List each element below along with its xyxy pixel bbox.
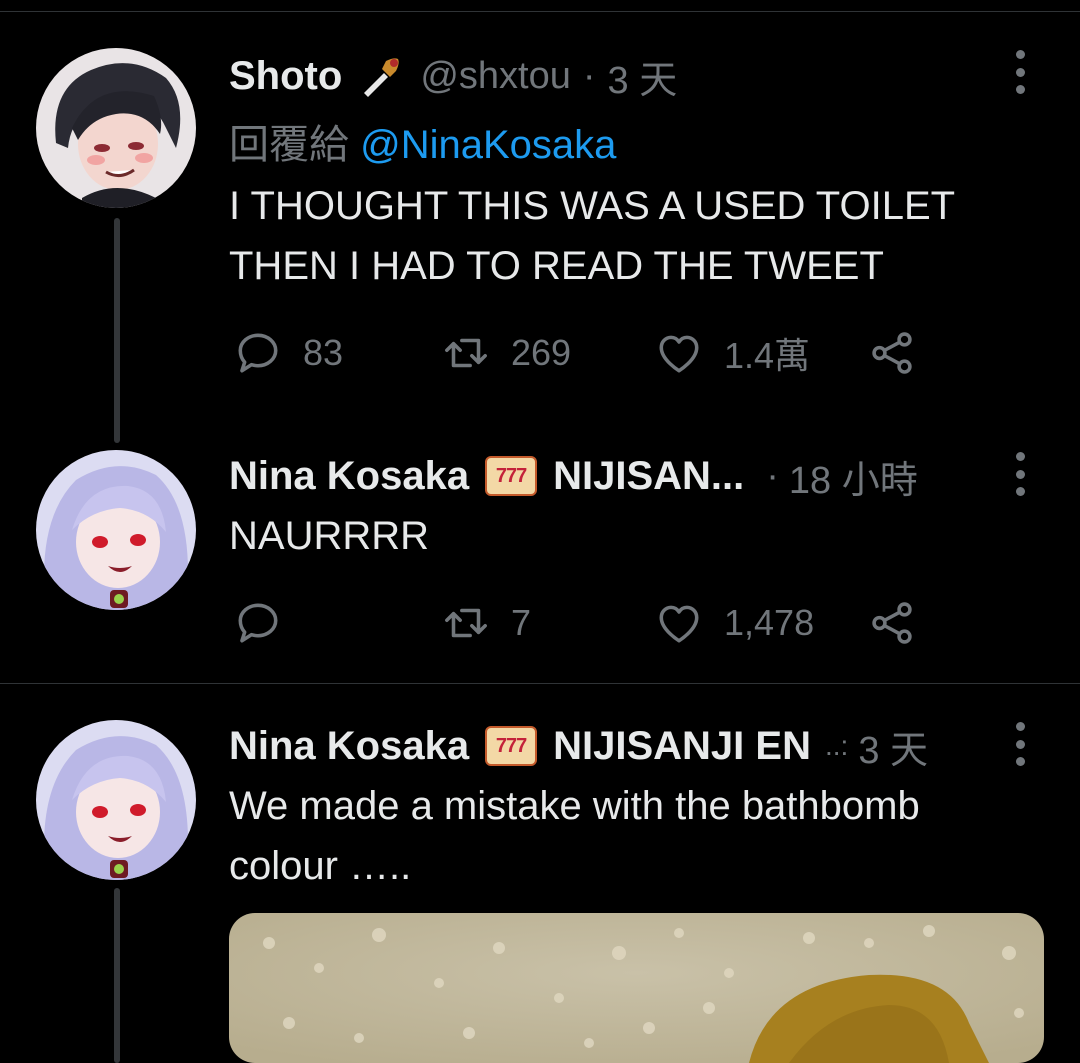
slot-machine-icon: 777 [485, 726, 538, 766]
like-count: 1,478 [724, 602, 815, 643]
display-name[interactable]: Nina Kosaka [229, 724, 469, 769]
more-vertical-icon[interactable] [1002, 50, 1038, 94]
dagger-icon [358, 53, 404, 99]
tweet-header: Shoto @shxtou · 3 天 [229, 52, 677, 102]
thread-connector [114, 218, 120, 443]
like-button[interactable]: 1.4萬 [654, 323, 810, 383]
avatar-shoto[interactable] [36, 48, 196, 208]
tweet-actions: 7 1,478 [229, 593, 1029, 653]
like-button[interactable]: 1,478 [654, 593, 814, 653]
tweet-actions: 83 269 1.4萬 [229, 323, 1029, 383]
retweet-icon [445, 608, 487, 638]
handle[interactable]: @shxtou [420, 55, 571, 98]
speech-bubble-icon [238, 333, 278, 373]
tweet-text: I THOUGHT THIS WAS A USED TOILET THEN I … [229, 176, 1039, 296]
avatar-nina[interactable] [36, 720, 196, 880]
heart-icon [659, 605, 699, 643]
truncation-dots: ..: [824, 730, 849, 761]
timestamp[interactable]: 3 天 [858, 719, 928, 774]
retweet-button[interactable]: 269 [441, 323, 571, 383]
retweet-count: 7 [511, 602, 532, 643]
tweet-divider [0, 683, 1080, 684]
speech-bubble-icon [238, 603, 278, 643]
tweet-text: We made a mistake with the bathbomb colo… [229, 776, 1039, 896]
more-vertical-icon[interactable] [1002, 452, 1038, 496]
timestamp[interactable]: 18 小時 [789, 449, 918, 504]
reply-prefix: 回覆給 [229, 123, 349, 167]
reply-context: 回覆給 @NinaKosaka [229, 112, 616, 170]
tweet-text: NAURRRR [229, 506, 1039, 566]
tweet-text-line: I THOUGHT THIS WAS A USED TOILET [229, 184, 956, 228]
more-vertical-icon[interactable] [1002, 722, 1038, 766]
reply-button[interactable] [233, 593, 303, 653]
thread-connector [114, 888, 120, 1063]
tweet-media-image[interactable] [229, 913, 1044, 1063]
display-name[interactable]: Shoto [229, 54, 342, 99]
heart-icon [659, 335, 699, 373]
timestamp[interactable]: 3 天 [608, 49, 678, 104]
slot-machine-icon: 777 [485, 456, 538, 496]
like-count: 1.4萬 [724, 335, 811, 376]
tweet-header: Nina Kosaka 777 NIJISAN... · 18 小時 [229, 452, 918, 502]
tweet-text-line: THEN I HAD TO READ THE TWEET [229, 244, 884, 288]
tweet-text-line: colour ….. [229, 844, 412, 888]
tweet-text-line: NAURRRR [229, 514, 429, 558]
tweet-header: Nina Kosaka 777 NIJISANJI EN ..: 3 天 [229, 722, 928, 772]
share-icon [872, 332, 912, 374]
retweet-button[interactable]: 7 [441, 593, 531, 653]
display-name-suffix[interactable]: NIJISAN... [553, 454, 744, 499]
display-name-suffix[interactable]: NIJISANJI EN [553, 724, 811, 769]
separator-dot: · [582, 54, 596, 97]
reply-mention-link[interactable]: @NinaKosaka [360, 123, 616, 167]
avatar-nina[interactable] [36, 450, 196, 610]
reply-button[interactable]: 83 [233, 323, 343, 383]
share-icon [872, 602, 912, 644]
retweet-icon [445, 338, 487, 368]
share-button[interactable] [867, 593, 917, 653]
top-divider [0, 11, 1080, 12]
retweet-count: 269 [511, 332, 572, 373]
tweet-text-line: We made a mistake with the bathbomb [229, 784, 920, 828]
reply-count: 83 [303, 332, 344, 373]
share-button[interactable] [867, 323, 917, 383]
display-name[interactable]: Nina Kosaka [229, 454, 469, 499]
separator-dot: · [766, 454, 779, 497]
